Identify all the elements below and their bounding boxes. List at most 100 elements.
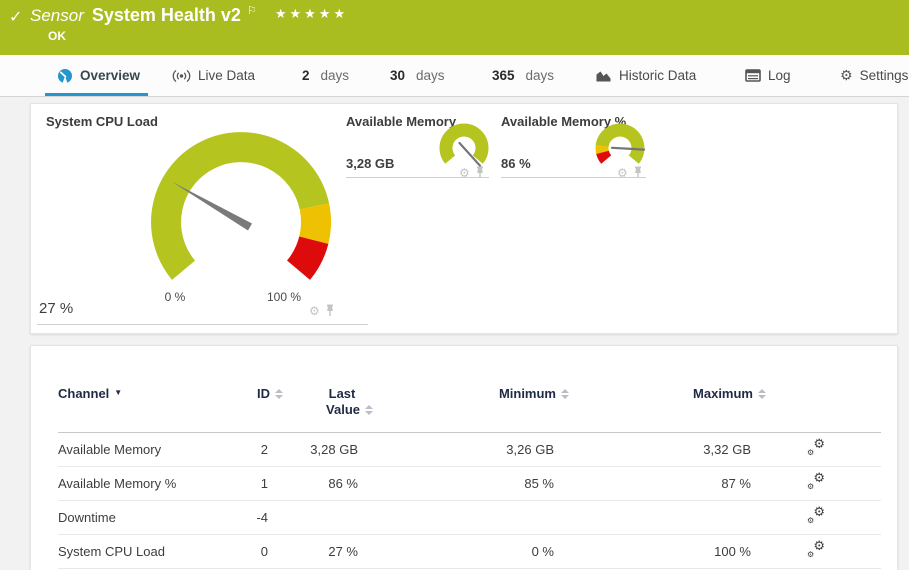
tab-label: Overview [80,68,141,83]
channel-settings-icon[interactable]: ⚙ ⚙ [807,470,825,491]
gear-icon: ⚙ [807,516,815,525]
tab-bar: Overview Live Data 2 days 30 days 365 da… [0,55,909,97]
table-row: Available Memory % 1 86 % 85 % 87 % ⚙ ⚙ [58,467,881,501]
tab-number: 30 [390,68,406,83]
pin-icon[interactable] [325,304,335,317]
divider [37,324,368,325]
sensor-status-badge: OK [48,29,66,43]
object-kind-label: Sensor [30,6,84,25]
column-label: ID [257,386,270,401]
gear-icon: ⚙ [807,448,815,457]
channel-table: Channel ▼ ID Last Value Minimum Maximum … [58,376,881,569]
channel-last-value: 27 % [328,544,358,559]
table-row: System CPU Load 0 27 % 0 % 100 % ⚙ ⚙ [58,535,881,569]
table-header-row: Channel ▼ ID Last Value Minimum Maximum [58,376,881,433]
status-check-icon: ✓ [9,9,23,26]
tab-label: Historic Data [619,68,697,83]
channel-maximum: 100 % [714,544,751,559]
column-label: Minimum [498,386,556,401]
column-label: Channel [58,386,110,401]
tab-historic-data[interactable]: Historic Data [595,55,696,96]
table-row: Available Memory 2 3,28 GB 3,26 GB 3,32 … [58,433,881,467]
tab-label: Log [768,68,791,83]
gear-icon[interactable]: ⚙ [309,305,320,317]
channel-last-value: 3,28 GB [310,442,358,457]
page-title: System Health v2 [91,5,241,25]
caret-down-icon: ▼ [114,388,123,397]
channel-minimum: 0 % [531,544,554,559]
area-chart-icon [596,71,611,81]
gear-icon: ⚙ [807,482,815,491]
tab-number: 365 [492,68,515,83]
broadcast-icon [172,69,191,82]
channel-maximum: 87 % [721,476,751,491]
channel-name: Downtime [58,510,116,525]
channel-settings-icon[interactable]: ⚙ ⚙ [807,504,825,525]
gear-icon: ⚙ [813,538,825,553]
gauge-needle [171,181,252,231]
gauge-actions-cpu: ⚙ [309,304,335,317]
table-row: Downtime -4 ⚙ ⚙ [58,501,881,535]
column-label: Maximum [693,386,753,401]
channel-id: -4 [256,510,268,525]
gear-icon: ⚙ [813,504,825,519]
tab-2-days[interactable]: 2 days [302,55,349,96]
sort-icon [365,405,373,415]
sort-icon [561,388,569,399]
tab-label: days [416,68,445,83]
tab-settings[interactable]: ⚙ Settings [840,55,908,96]
column-label: Last [328,386,356,401]
channel-name: Available Memory [58,442,162,457]
channel-settings-icon[interactable]: ⚙ ⚙ [807,436,825,457]
gear-icon: ⚙ [813,470,825,485]
prtg-sensor-page: ✓ Sensor System Health v2 ⚐ ★★★★★ OK Ove… [0,0,909,570]
column-header-id[interactable]: ID [218,376,283,433]
priority-flag-icon[interactable]: ⚐ [247,4,257,17]
gauge-value-memory-pct: 86 % [501,156,531,171]
tab-label: Settings [859,68,909,83]
channel-id: 1 [260,476,268,491]
sensor-header: ✓ Sensor System Health v2 ⚐ ★★★★★ OK [0,0,909,55]
column-header-maximum[interactable]: Maximum [554,376,766,433]
cpu-gauge [151,132,332,280]
overview-gauges-panel: System CPU Load 0 % 100 % 27 % ⚙ Availab… [30,103,898,334]
column-label: Value [326,402,360,417]
channel-id: 2 [260,442,268,457]
channel-maximum: 3,32 GB [703,442,751,457]
divider [346,177,489,178]
tab-log[interactable]: Log [745,55,791,96]
channel-last-value [268,501,358,535]
sort-icon [758,388,766,399]
tab-label: days [525,68,555,83]
channel-maximum [554,501,751,535]
gauge-max-label: 100 % [266,290,302,304]
channel-minimum: 3,26 GB [506,442,554,457]
gear-icon: ⚙ [807,550,815,559]
gauge-value-memory: 3,28 GB [346,156,395,171]
channel-name: Available Memory % [58,476,177,491]
column-header-channel[interactable]: Channel ▼ [58,376,218,433]
column-header-minimum[interactable]: Minimum [358,376,569,433]
tab-label: days [320,68,350,83]
channel-id: 0 [260,544,268,559]
sort-icon [275,388,283,399]
tab-label: Live Data [198,68,256,83]
gauge-value-cpu: 27 % [39,300,74,317]
channel-minimum: 85 % [524,476,554,491]
channel-settings-icon[interactable]: ⚙ ⚙ [807,538,825,559]
gear-icon: ⚙ [840,67,853,83]
tab-30-days[interactable]: 30 days [390,55,445,96]
gear-icon: ⚙ [813,436,825,451]
gauge-icon [58,68,72,83]
divider [501,177,646,178]
tab-number: 2 [302,68,310,83]
column-header-last-value[interactable]: Last Value [268,376,373,433]
channel-minimum [358,501,554,535]
gauge-min-label: 0 % [164,290,186,304]
tab-live-data[interactable]: Live Data [172,55,255,96]
channels-panel: Channel ▼ ID Last Value Minimum Maximum … [30,345,898,570]
channel-name: System CPU Load [58,544,165,559]
tab-overview[interactable]: Overview [57,55,140,96]
priority-stars[interactable]: ★★★★★ [275,6,348,22]
tab-365-days[interactable]: 365 days [492,55,554,96]
